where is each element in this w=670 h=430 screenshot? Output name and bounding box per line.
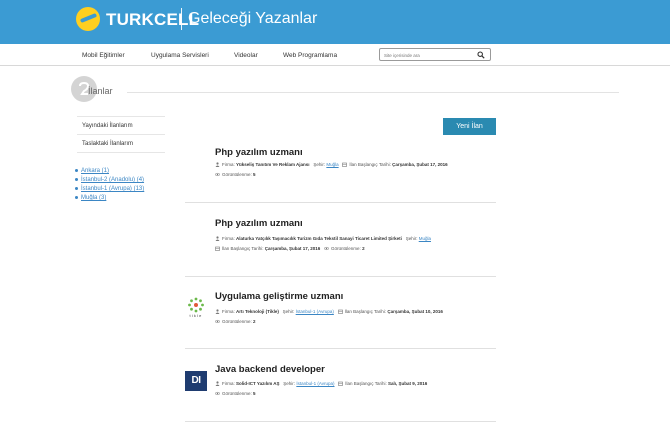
top-header: TURKCELL Geleceği Yazanlar <box>0 0 670 44</box>
user-icon <box>215 309 220 314</box>
listing-divider <box>185 421 496 422</box>
user-icon <box>215 381 220 386</box>
company-name[interactable]: Artı Teknoloji (Tikle) <box>236 309 279 314</box>
city-link[interactable]: İstanbul-1 (Avrupa) <box>296 381 334 386</box>
bullet-icon <box>75 195 78 199</box>
calendar-icon <box>342 162 348 167</box>
user-icon <box>215 236 220 241</box>
start-date: Çarşamba, Şubat 17, 2016 <box>392 162 448 167</box>
listing-meta-line: Firma: Solid-ICT Yazılım AŞ Şehir: İstan… <box>215 381 427 386</box>
company-name[interactable]: Solid-ICT Yazılım AŞ <box>236 381 280 386</box>
main-nav: Mobil Eğitimler Uygulama Servisleri Vide… <box>0 44 670 66</box>
turkcell-logo-icon[interactable] <box>76 7 100 31</box>
bullet-icon <box>75 177 78 181</box>
start-date: Çarşamba, Şubat 17, 2016 <box>264 246 321 251</box>
calendar-icon <box>337 309 343 314</box>
site-subtitle[interactable]: Geleceği Yazanlar <box>188 10 317 28</box>
company-name[interactable]: Yükseliş Tanıtım Ve Reklam Ajansı <box>236 162 310 167</box>
eye-icon <box>215 391 220 396</box>
nav-mobil-egitimler[interactable]: Mobil Eğitimler <box>82 52 125 59</box>
di-logo[interactable]: DI <box>185 371 207 391</box>
listing-title[interactable]: Java backend developer <box>215 364 325 375</box>
brand-name[interactable]: TURKCELL <box>106 10 199 30</box>
listing-meta-line: Firma: Yükseliş Tanıtım Ve Reklam Ajansı… <box>215 162 448 167</box>
listing-divider <box>185 348 496 349</box>
sidebar-divider <box>77 116 165 117</box>
sidebar-divider <box>77 134 165 135</box>
start-date: Çarşamba, Şubat 10, 2016 <box>387 309 443 314</box>
tikle-logo[interactable]: tikle <box>184 296 208 322</box>
listing-title[interactable]: Php yazılım uzmanı <box>215 218 303 229</box>
company-name[interactable]: Alaturka Yatçılık Taşımacılık Turizm Gıd… <box>236 236 402 241</box>
search-input[interactable] <box>384 50 472 60</box>
page-title: İlanlar <box>88 86 113 96</box>
city-link[interactable]: Muğla <box>326 162 338 167</box>
bullet-icon <box>75 168 78 172</box>
title-divider <box>127 92 619 93</box>
eye-icon <box>215 172 220 177</box>
listing-meta-line-2: İlan Başlangıç Tarihi: Çarşamba, Şubat 1… <box>215 246 365 251</box>
filter-istanbul-anadolu[interactable]: İstanbul-2 (Anadolu) (4) <box>75 176 144 185</box>
listing-divider <box>185 202 496 203</box>
city-link[interactable]: İstanbul-1 (Avrupa) <box>296 309 334 314</box>
sidebar-draft-listings[interactable]: Taslaktaki İlanlarım <box>82 141 133 147</box>
listing-views: Görüntülenme: 2 <box>215 319 256 324</box>
user-icon <box>215 162 220 167</box>
nav-web-programlama[interactable]: Web Programlama <box>283 52 337 59</box>
filter-istanbul-avrupa[interactable]: İstanbul-1 (Avrupa) (13) <box>75 185 144 194</box>
search-icon[interactable] <box>477 51 485 59</box>
listing-views: Görüntülenme: 5 <box>215 172 256 177</box>
start-date: Salı, Şubat 9, 2016 <box>388 381 428 386</box>
search-box[interactable] <box>379 48 491 61</box>
listing-title[interactable]: Php yazılım uzmanı <box>215 147 303 158</box>
brand-divider <box>181 8 182 30</box>
listing-divider <box>185 276 496 277</box>
nav-videolar[interactable]: Videolar <box>234 52 258 59</box>
calendar-icon <box>338 381 344 386</box>
eye-icon <box>324 246 330 251</box>
listing-views: Görüntülenme: 5 <box>215 391 256 396</box>
nav-uygulama-servisleri[interactable]: Uygulama Servisleri <box>151 52 209 59</box>
filter-mugla[interactable]: Muğla (3) <box>75 194 144 203</box>
bullet-icon <box>75 186 78 190</box>
filter-ankara[interactable]: Ankara (1) <box>75 167 144 176</box>
new-listing-button[interactable]: Yeni İlan <box>443 118 496 135</box>
city-link[interactable]: Muğla <box>419 236 431 241</box>
listing-meta-line: Firma: Alaturka Yatçılık Taşımacılık Tur… <box>215 236 431 241</box>
listing-meta-line: Firma: Artı Teknoloji (Tikle) Şehir: İst… <box>215 309 443 314</box>
listing-title[interactable]: Uygulama geliştirme uzmanı <box>215 291 343 302</box>
calendar-icon <box>215 246 220 251</box>
tikle-logo-icon <box>188 297 204 313</box>
city-filter-list: Ankara (1) İstanbul-2 (Anadolu) (4) İsta… <box>75 167 144 203</box>
eye-icon <box>215 319 220 324</box>
sidebar-published-listings[interactable]: Yayındaki İlanlarım <box>82 123 133 129</box>
sidebar-divider <box>77 152 165 153</box>
